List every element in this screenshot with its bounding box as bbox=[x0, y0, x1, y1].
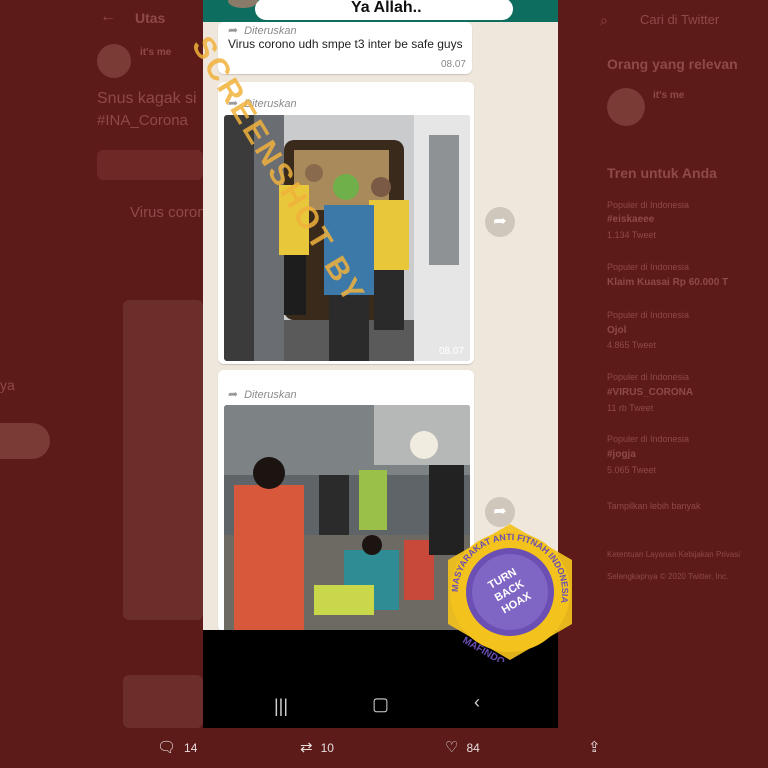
side-text: ya bbox=[0, 377, 15, 393]
trend-context: Populer di Indonesia bbox=[607, 200, 690, 210]
trend-name: #eiskaeee bbox=[607, 214, 655, 225]
thread-header-title: Utas bbox=[135, 10, 166, 26]
trend-count: 5.065 Tweet bbox=[607, 465, 656, 475]
forwarded-label: ➦ Diteruskan bbox=[228, 23, 297, 37]
forwarded-label: ➦ Diteruskan bbox=[228, 387, 297, 401]
trend-context: Populer di Indonesia bbox=[607, 310, 690, 320]
like-count: 84 bbox=[466, 741, 480, 755]
trend-name: #jogja bbox=[607, 449, 636, 460]
relevant-name[interactable]: it's me bbox=[653, 90, 684, 101]
relevant-people-title: Orang yang relevan bbox=[607, 56, 738, 72]
tweet-hashtag[interactable]: #INA_Corona bbox=[97, 112, 188, 129]
trends-title: Tren untuk Anda bbox=[607, 165, 717, 181]
trend-name: #VIRUS_CORONA bbox=[607, 387, 694, 398]
chat-title-bubble: Ya Allah.. bbox=[255, 0, 513, 20]
chat-avatar[interactable] bbox=[228, 0, 258, 8]
quoted-card-header bbox=[97, 150, 203, 180]
trend-count: 1.134 Tweet bbox=[607, 230, 656, 240]
forward-arrow-icon: ➦ bbox=[493, 503, 507, 520]
reply-button[interactable]: 🗨 14 bbox=[157, 738, 197, 756]
footer-copyright[interactable]: Selengkapnya © 2020 Twitter, Inc. bbox=[607, 572, 728, 581]
like-button[interactable]: ♡ 84 bbox=[445, 738, 480, 756]
tweet-text-line1: Snus kagak si bbox=[97, 90, 197, 107]
relevant-avatar[interactable] bbox=[607, 88, 645, 126]
search-icon: ⌕ bbox=[600, 12, 608, 28]
message-text: Virus corono udh smpe t3 inter be safe g… bbox=[228, 37, 463, 51]
speech-bubble-icon: 🗨 bbox=[157, 739, 177, 756]
back-chevron-icon[interactable]: ‹ bbox=[474, 692, 480, 713]
message-photo[interactable] bbox=[224, 405, 470, 632]
recents-icon[interactable]: ||| bbox=[274, 696, 288, 717]
show-more-link[interactable]: Tampilkan lebih banyak bbox=[607, 501, 701, 511]
forward-arrow-icon: ➦ bbox=[228, 387, 239, 401]
footer-links[interactable]: Ketentuan Layanan Kebijakan Privasi bbox=[607, 550, 740, 559]
message-bubble[interactable]: ➦ Diteruskan Virus corono udh smpe t3 int… bbox=[218, 22, 472, 74]
quoted-text: Virus coron bbox=[130, 204, 206, 221]
trend-context: Populer di Indonesia bbox=[607, 262, 690, 272]
mafindo-logo: MASYARAKAT ANTI FITNAH INDONESIA TURN BA… bbox=[448, 524, 572, 668]
retweet-button[interactable]: ⇄ 10 bbox=[300, 738, 334, 756]
trend-name: Klaim Kuasai Rp 60.000 T bbox=[607, 277, 729, 288]
trend-context: Populer di Indonesia bbox=[607, 434, 690, 444]
home-icon[interactable]: ▢ bbox=[372, 694, 389, 715]
trend-count: 11 rb Tweet bbox=[607, 403, 654, 413]
forward-arrow-icon: ➦ bbox=[493, 213, 507, 230]
airport-crowd-photo bbox=[224, 405, 470, 632]
reply-count: 14 bbox=[184, 741, 198, 755]
chat-title: Ya Allah.. bbox=[351, 0, 422, 16]
message-bubble[interactable]: ➦ Diteruskan bbox=[218, 370, 474, 632]
tweet-action-bar bbox=[0, 728, 768, 768]
forward-arrow-icon: ➦ bbox=[228, 23, 239, 37]
trend-count: 4.865 Tweet bbox=[607, 340, 656, 350]
message-time: 08.07 bbox=[440, 59, 466, 70]
heart-icon: ♡ bbox=[445, 739, 459, 756]
photo-time: 08.07 bbox=[438, 346, 464, 357]
back-arrow-icon[interactable]: ← bbox=[100, 8, 116, 26]
mafindo-stamp: MASYARAKAT ANTI FITNAH INDONESIA TURN BA… bbox=[440, 522, 580, 668]
author-avatar[interactable] bbox=[97, 44, 131, 78]
share-button[interactable]: ⇪ bbox=[588, 738, 609, 756]
trend-name: Ojol bbox=[607, 325, 627, 336]
trend-context: Populer di Indonesia bbox=[607, 372, 690, 382]
share-icon: ⇪ bbox=[588, 739, 601, 756]
retweet-icon: ⇄ bbox=[300, 739, 313, 756]
forward-share-button[interactable]: ➦ bbox=[485, 207, 515, 237]
retweet-count: 10 bbox=[320, 741, 334, 755]
quoted-image-2[interactable] bbox=[123, 675, 203, 728]
search-input[interactable]: Cari di Twitter bbox=[640, 12, 719, 27]
chat-header: Ya Allah.. bbox=[203, 0, 558, 22]
side-button[interactable] bbox=[0, 423, 50, 459]
quoted-image[interactable] bbox=[123, 300, 203, 620]
author-name[interactable]: it's me bbox=[140, 47, 171, 58]
